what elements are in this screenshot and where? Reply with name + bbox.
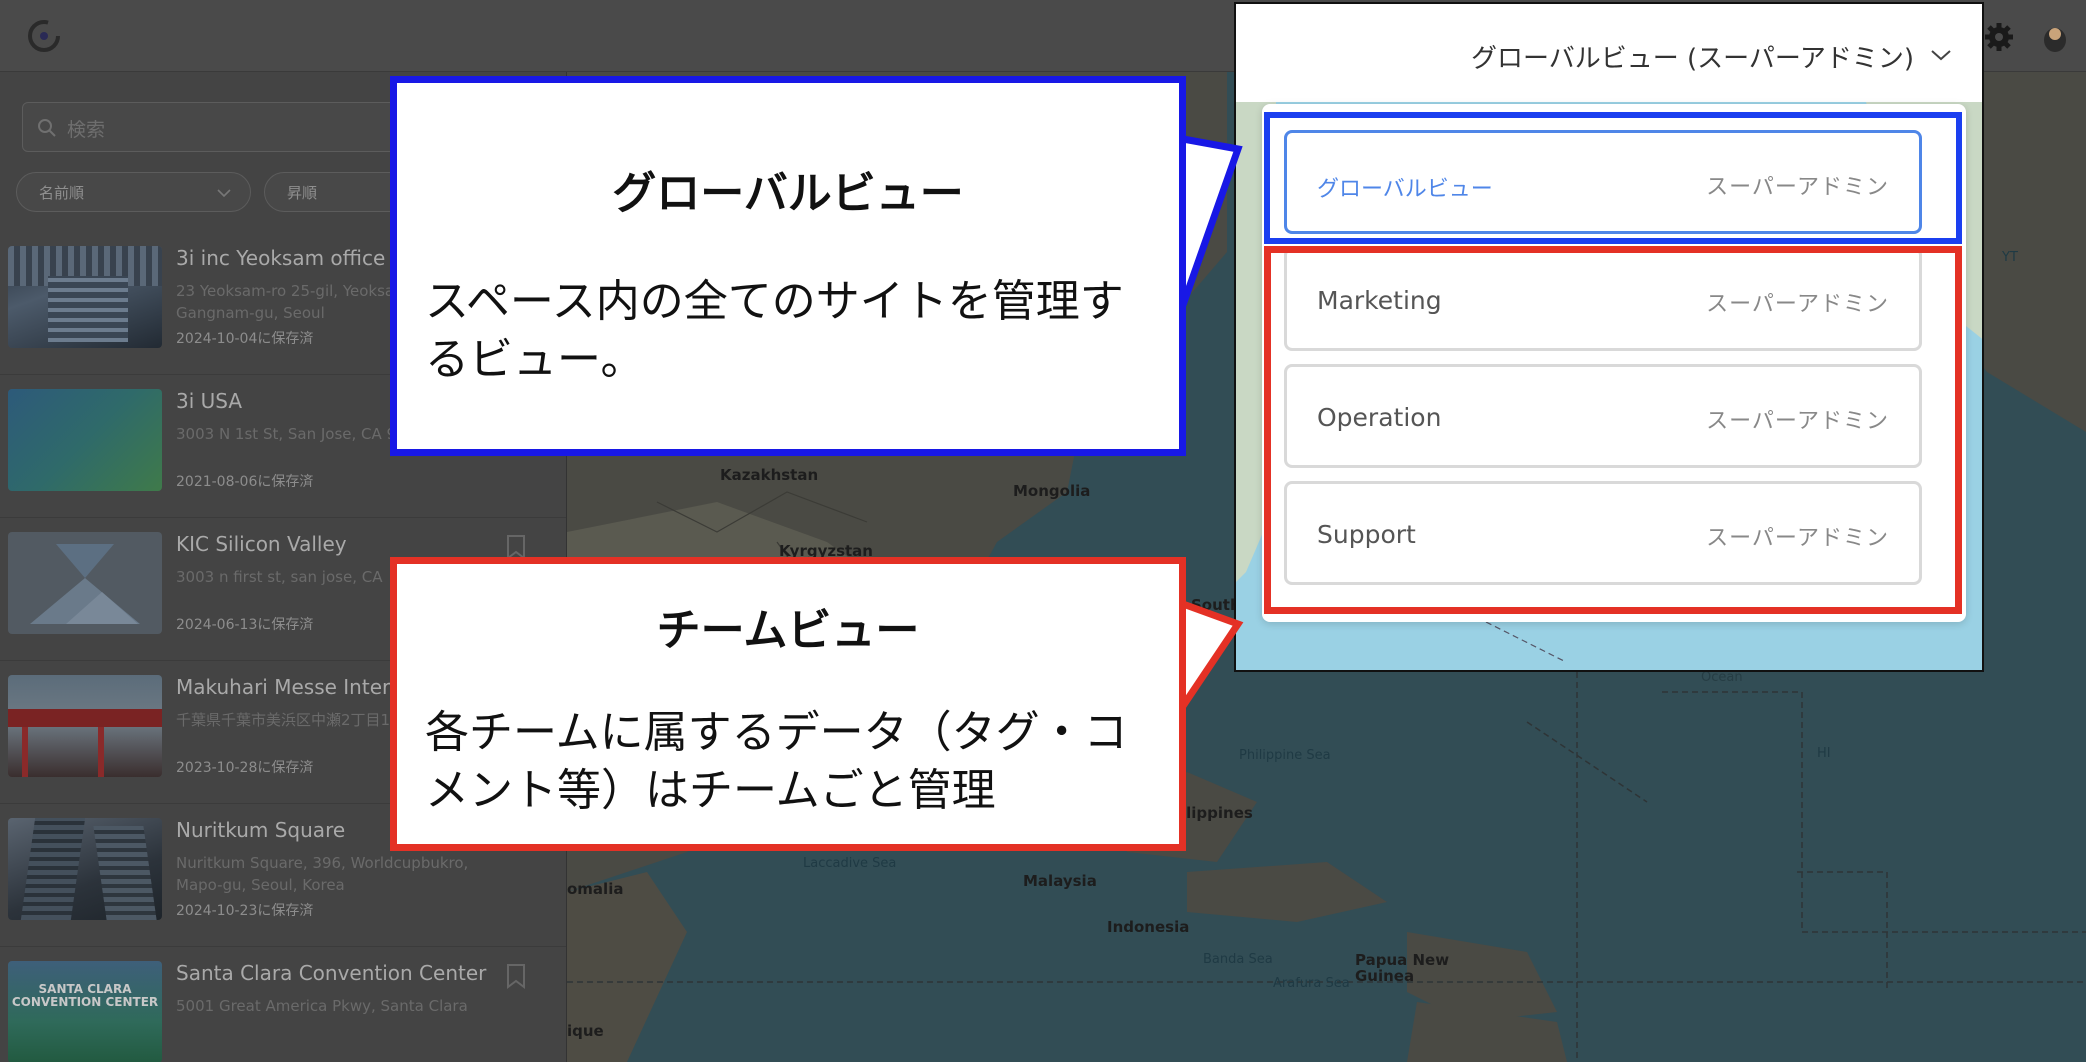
site-address: Nuritkum Square, 396, Worldcupbukro, Map… (176, 854, 469, 894)
site-saved-date: 2023-10-28に保存済 (176, 760, 314, 776)
thumbnail-sign-text: SANTA CLARA CONVENTION CENTER (11, 982, 159, 1009)
map-label-philippines: ilippines (1181, 804, 1253, 822)
callout-title: グローバルビュー (612, 168, 964, 219)
sort-order-label: 昇順 (287, 184, 318, 202)
map-label-ocean: Ocean (1701, 670, 1743, 685)
site-name: KIC Silicon Valley (176, 532, 347, 556)
current-view-label: グローバルビュー (スーパーアドミン) (1471, 44, 1914, 74)
map-label-arafura-sea: Arafura Sea (1273, 976, 1350, 991)
team-view-highlight (1264, 246, 1962, 614)
global-view-callout: グローバルビュー スペース内の全てのサイトを管理するビュー。 (390, 76, 1243, 456)
site-name: Makuhari Messe Interr (176, 675, 399, 699)
search-placeholder: 検索 (67, 119, 106, 141)
avatar-icon[interactable] (2040, 20, 2070, 52)
site-thumbnail (8, 818, 162, 920)
callout-body: スペース内の全てのサイトを管理するビュー。 (425, 276, 1124, 385)
chevron-down-icon (1931, 50, 1951, 61)
map-label-papua-new-guinea: Papua New Guinea (1355, 951, 1450, 985)
site-name: Nuritkum Square (176, 818, 346, 842)
map-label-mongolia: Mongolia (1013, 482, 1091, 500)
callout-pointer (1179, 135, 1243, 307)
site-thumbnail (8, 246, 162, 348)
map-label-indonesia: Indonesia (1107, 918, 1190, 936)
site-list-item[interactable]: SANTA CLARA CONVENTION CENTER Santa Clar… (0, 947, 566, 1062)
site-saved-date: 2024-06-13に保存済 (176, 617, 314, 633)
global-view-highlight (1264, 112, 1962, 244)
search-icon (38, 119, 56, 137)
image-placeholder-icon (8, 532, 162, 634)
view-selector-header[interactable]: グローバルビュー (スーパーアドミン) (1236, 4, 1982, 102)
map-label-hi: HI (1817, 746, 1831, 761)
map-label-yt: YT (2002, 250, 2018, 265)
map-label-kazakhstan: Kazakhstan (720, 466, 819, 484)
site-name: 3i inc Yeoksam office (176, 246, 386, 270)
site-saved-date: 2021-08-06に保存済 (176, 474, 314, 490)
sort-field-select[interactable]: 名前順 (16, 172, 251, 212)
map-label-somalia: omalia (567, 880, 624, 898)
site-thumbnail (8, 389, 162, 491)
bookmark-icon[interactable] (506, 963, 526, 989)
map-label-philippine-sea: Philippine Sea (1239, 748, 1331, 763)
map-label-malaysia: Malaysia (1023, 872, 1097, 890)
map-label-mozambique: ique (567, 1022, 604, 1040)
site-address: 5001 Great America Pkwy, Santa Clara (176, 997, 468, 1015)
callout-title: チームビュー (656, 605, 920, 656)
logo-icon[interactable] (24, 16, 64, 56)
site-name: Santa Clara Convention Center (176, 961, 487, 985)
map-label-laccadive-sea: Laccadive Sea (803, 856, 897, 871)
gear-icon[interactable] (1984, 22, 2014, 52)
team-view-callout: チームビュー 各チームに属するデータ（タグ・コメント等）はチームごと管理 (390, 557, 1244, 851)
site-saved-date: 2024-10-04に保存済 (176, 331, 314, 347)
site-name: 3i USA (176, 389, 243, 413)
callout-body: 各チームに属するデータ（タグ・コメント等）はチームごと管理 (425, 707, 1128, 816)
site-thumbnail: SANTA CLARA CONVENTION CENTER (8, 961, 162, 1062)
site-thumbnail (8, 675, 162, 777)
callout-pointer (1180, 600, 1244, 708)
chevron-down-icon (217, 189, 231, 198)
sort-field-label: 名前順 (39, 184, 85, 202)
site-saved-date: 2024-10-23に保存済 (176, 903, 314, 919)
map-label-banda-sea: Banda Sea (1203, 952, 1273, 967)
